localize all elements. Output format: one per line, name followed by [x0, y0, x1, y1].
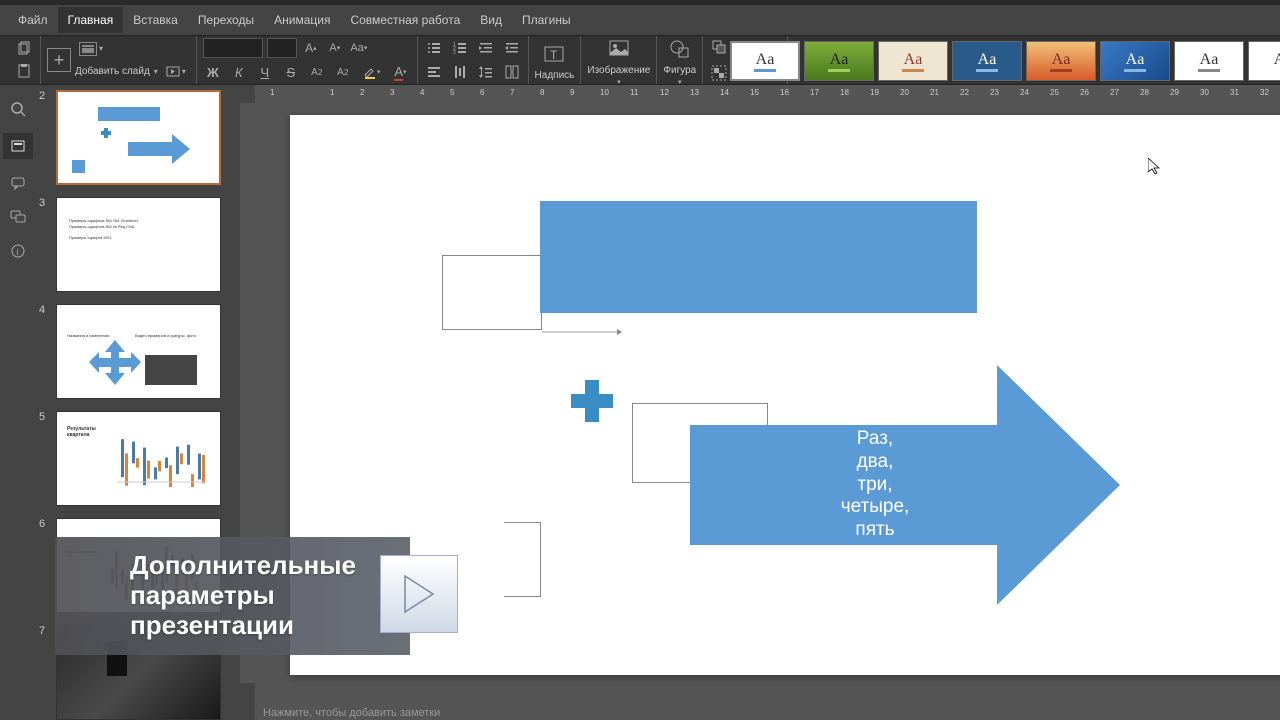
slide-thumb-3[interactable]: 3Примеры шрифтов №1 №1 SemiboldПримеры ш… — [40, 197, 230, 292]
menu-анимация[interactable]: Анимация — [264, 7, 340, 33]
italic-icon[interactable]: К — [229, 62, 249, 82]
theme-6[interactable]: Aa — [1174, 41, 1244, 81]
notes-bar[interactable]: Нажмите, чтобы добавить заметки — [255, 705, 1280, 720]
shape-cross[interactable] — [571, 380, 613, 422]
font-color-icon[interactable]: A▾ — [390, 62, 410, 82]
slides-icon[interactable] — [3, 133, 33, 159]
highlight-icon[interactable]: ▾ — [359, 62, 385, 82]
menu-главная[interactable]: Главная — [58, 7, 124, 33]
change-case-icon[interactable]: Aa▾ — [349, 38, 369, 58]
font-name-select[interactable] — [203, 38, 263, 58]
theme-1[interactable]: Aa — [804, 41, 874, 81]
increase-indent-icon[interactable] — [502, 38, 522, 58]
add-slide-button[interactable]: + — [47, 48, 71, 72]
theme-7[interactable]: Aa — [1248, 41, 1280, 81]
slide-thumb-4[interactable]: 4Названия и измененияВидео примеров и фи… — [40, 304, 230, 399]
shape-rectangle-outline-3[interactable] — [504, 522, 541, 597]
left-rail: i — [0, 85, 35, 715]
ruler-horizontal: 1123456789101112131415161718192021222324… — [255, 85, 1280, 103]
group-icon[interactable] — [709, 63, 729, 83]
menu-файл[interactable]: Файл — [8, 7, 58, 33]
menu-вставка[interactable]: Вставка — [123, 7, 188, 33]
columns-icon[interactable] — [502, 62, 522, 82]
textbox-button[interactable]: T Надпись — [535, 40, 575, 81]
theme-3[interactable]: Aa — [952, 41, 1022, 81]
align-v-icon[interactable] — [450, 62, 470, 82]
video-overlay-title: Дополнительные параметры презентации — [55, 551, 356, 641]
notes-placeholder: Нажмите, чтобы добавить заметки — [263, 707, 440, 719]
shape-rectangle-blue[interactable] — [540, 201, 977, 313]
paste-icon[interactable] — [14, 61, 34, 81]
start-slideshow-button[interactable]: ▾ — [162, 62, 190, 82]
strike-icon[interactable]: S — [281, 62, 301, 82]
line-spacing-icon[interactable] — [476, 62, 496, 82]
bold-icon[interactable]: Ж — [203, 62, 223, 82]
theme-0[interactable]: Aa — [730, 41, 800, 81]
subscript-icon[interactable]: A2 — [333, 62, 353, 82]
decrease-font-icon[interactable]: A▾ — [325, 38, 345, 58]
arrange-icon[interactable] — [709, 37, 729, 57]
copy-icon[interactable] — [14, 39, 34, 59]
video-overlay: Дополнительные параметры презентации — [55, 537, 410, 655]
svg-text:i: i — [16, 247, 18, 257]
menu-совместная работа[interactable]: Совместная работа — [340, 7, 470, 33]
layout-dropdown[interactable]: ▾ — [75, 39, 107, 59]
play-icon[interactable] — [380, 555, 458, 633]
decrease-indent-icon[interactable] — [476, 38, 496, 58]
superscript-icon[interactable]: A2 — [307, 62, 327, 82]
slide-thumb-2[interactable]: 2 — [40, 90, 230, 185]
underline-icon[interactable]: Ч — [255, 62, 275, 82]
svg-text:T: T — [550, 48, 558, 62]
menubar: ФайлГлавнаяВставкаПереходыАнимацияСовмес… — [0, 5, 1280, 35]
add-slide-label: Добавить слайд — [75, 66, 150, 77]
theme-2[interactable]: Aa — [878, 41, 948, 81]
menu-переходы[interactable]: Переходы — [188, 7, 264, 33]
menu-плагины[interactable]: Плагины — [512, 7, 581, 33]
image-button[interactable]: Изображение▾ — [587, 35, 650, 86]
theme-4[interactable]: Aa — [1026, 41, 1096, 81]
shape-small-arrow[interactable] — [542, 329, 622, 335]
search-icon[interactable] — [8, 99, 28, 119]
comments-icon[interactable] — [8, 173, 28, 193]
arrow-text[interactable]: Раз, два, три, четыре, пять — [800, 428, 950, 542]
svg-text:3: 3 — [453, 50, 456, 56]
numbering-icon[interactable]: 123 — [450, 38, 470, 58]
info-icon[interactable]: i — [8, 241, 28, 261]
bullets-icon[interactable] — [424, 38, 444, 58]
theme-gallery: AaAaAaAaAaAaAaAa — [730, 41, 1280, 81]
slide-thumb-5[interactable]: 5Результатыквартала — [40, 411, 230, 506]
ribbon-toolbar: + ▾ Добавить слайд ▾ ▾ A▴ A▾ Aa▾ Ж К — [0, 35, 1280, 85]
menu-вид[interactable]: Вид — [470, 7, 512, 33]
font-size-select[interactable] — [267, 38, 297, 58]
shape-rectangle-outline[interactable] — [442, 255, 542, 330]
increase-font-icon[interactable]: A▴ — [301, 38, 321, 58]
theme-5[interactable]: Aa — [1100, 41, 1170, 81]
shape-button[interactable]: Фигура▾ — [663, 35, 696, 86]
chat-icon[interactable] — [8, 207, 28, 227]
align-h-icon[interactable] — [424, 62, 444, 82]
